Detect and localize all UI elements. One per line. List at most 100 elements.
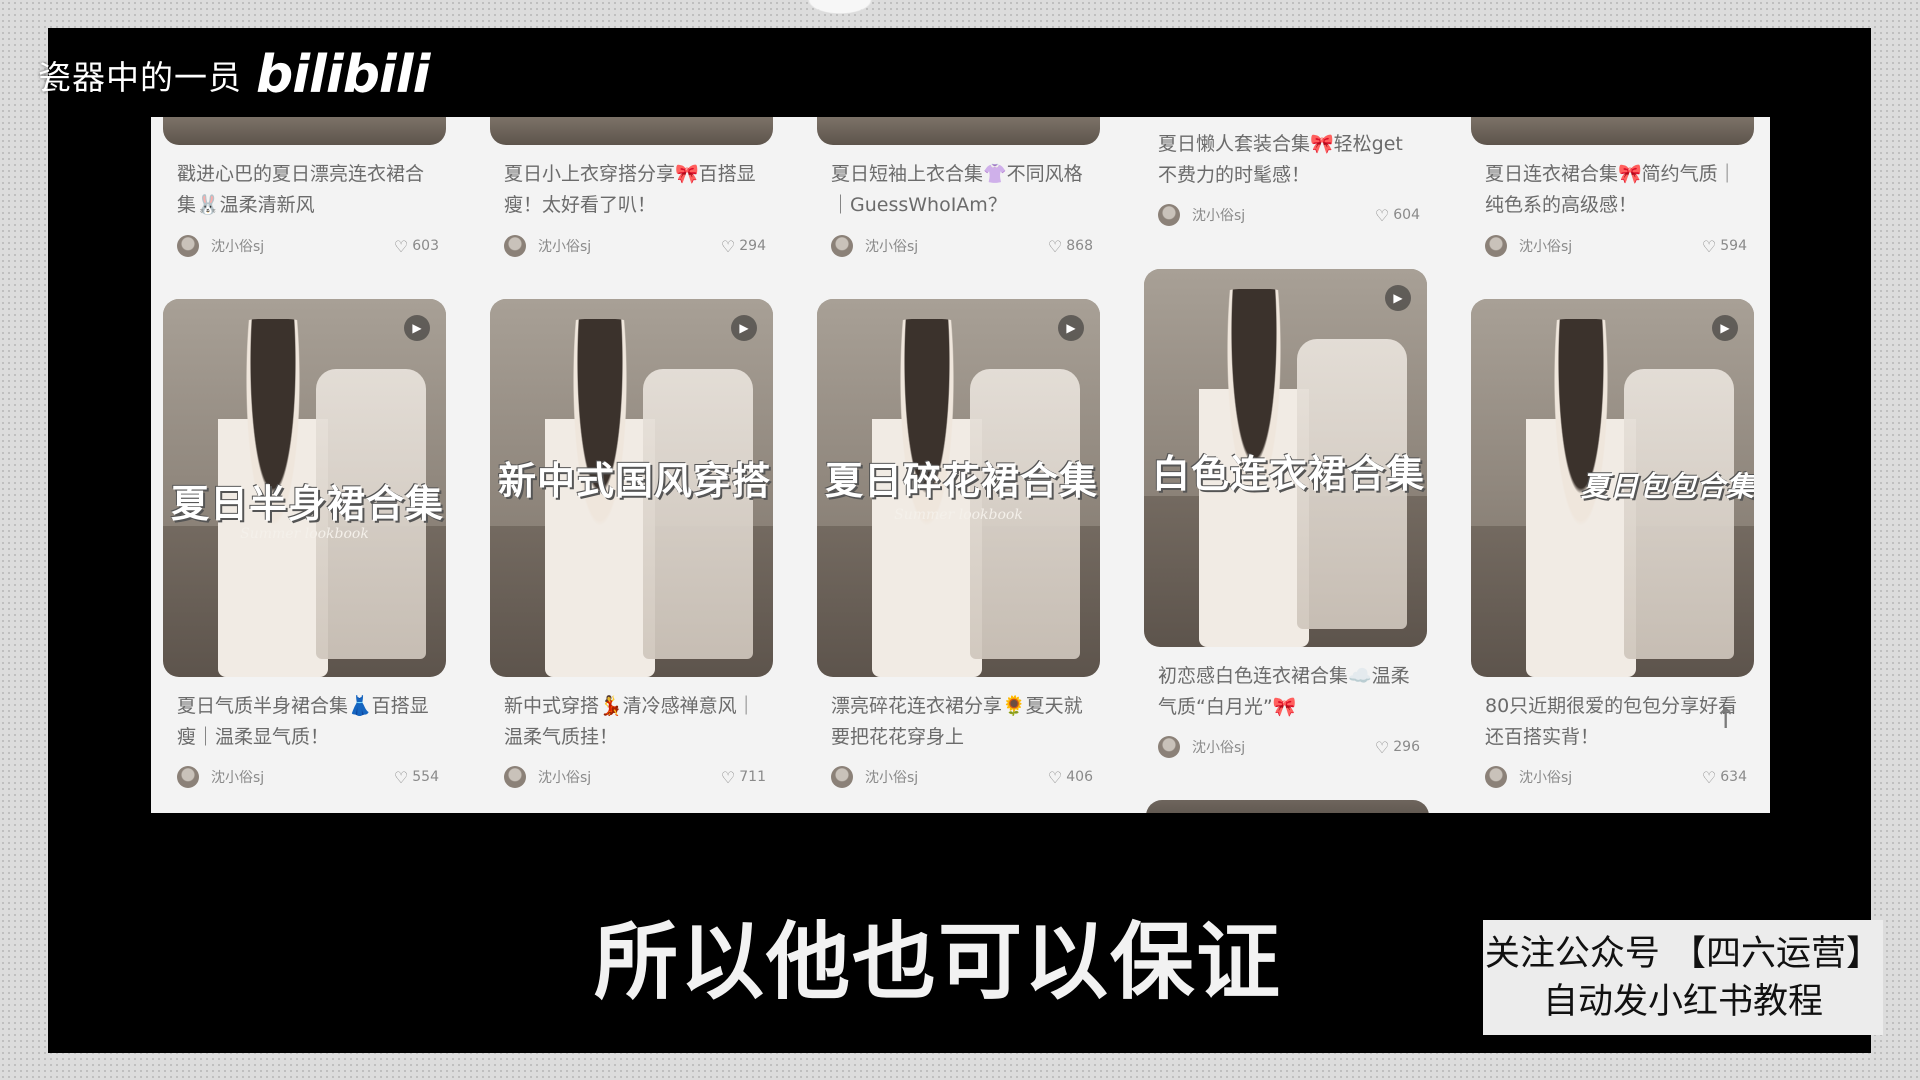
avatar[interactable] [1158,736,1180,758]
author-name[interactable]: 沈小俗sj [211,236,394,256]
note-meta: 沈小俗sj ♡ 294 [504,233,766,259]
note-title[interactable]: 新中式穿搭💃清冷感禅意风｜温柔气质挂！ [504,691,766,753]
like-number: 711 [739,769,766,785]
channel-name: 瓷器中的一员 [38,58,242,97]
note-title[interactable]: 戳进心巴的夏日漂亮连衣裙合集🐰温柔清新风 [177,159,439,221]
author-name[interactable]: 沈小俗sj [538,236,721,256]
author-name[interactable]: 沈小俗sj [211,767,394,787]
avatar[interactable] [177,766,199,788]
note-cover[interactable] [490,117,773,145]
promo-line-2: 自动发小红书教程 [1542,982,1823,1022]
like-number: 594 [1720,238,1747,254]
note-title[interactable]: 漂亮碎花连衣裙分享🌻夏天就要把花花穿身上 [831,691,1093,753]
cover-overlay-title: 白色连衣裙合集 [1152,451,1426,496]
note-title[interactable]: 80只近期很爱的包包分享好看还百搭实背！ [1485,691,1747,753]
cover-overlay-title: 新中式国风穿搭 [498,459,772,504]
play-icon[interactable]: ▶ [1712,315,1738,341]
note-cover[interactable]: ▶ 夏日半身裙合集 Summer lookbook [163,299,446,677]
top-decoration [780,0,900,26]
author-name[interactable]: 沈小俗sj [1192,205,1375,225]
author-name[interactable]: 沈小俗sj [1519,767,1702,787]
xiaohongshu-feed-screen: 戳进心巴的夏日漂亮连衣裙合集🐰温柔清新风 沈小俗sj ♡ 603 夏日小上衣穿搭分… [151,117,1770,813]
like-number: 296 [1393,739,1420,755]
heart-icon[interactable]: ♡ [1375,206,1389,225]
play-icon[interactable]: ▶ [1385,285,1411,311]
author-name[interactable]: 沈小俗sj [538,767,721,787]
heart-icon[interactable]: ♡ [721,237,735,256]
note-cover[interactable] [1471,117,1754,145]
heart-icon[interactable]: ♡ [394,237,408,256]
note-title[interactable]: 夏日懒人套装合集🎀轻松get不费力的时髦感！ [1158,129,1420,191]
author-name[interactable]: 沈小俗sj [865,236,1048,256]
heart-icon[interactable]: ♡ [721,768,735,787]
like-number: 868 [1066,238,1093,254]
like-count[interactable]: ♡ 406 [1048,768,1093,787]
like-count[interactable]: ♡ 296 [1375,738,1420,757]
note-cover-partial[interactable] [1146,800,1429,813]
play-icon[interactable]: ▶ [731,315,757,341]
like-number: 603 [412,238,439,254]
note-cover[interactable]: ▶ 夏日碎花裙合集 Summer lookbook [817,299,1100,677]
author-name[interactable]: 沈小俗sj [1519,236,1702,256]
author-name[interactable]: 沈小俗sj [865,767,1048,787]
like-count[interactable]: ♡ 711 [721,768,766,787]
note-meta: 沈小俗sj ♡ 604 [1158,202,1420,228]
heart-icon[interactable]: ♡ [1048,768,1062,787]
avatar[interactable] [831,766,853,788]
like-number: 294 [739,238,766,254]
heart-icon[interactable]: ♡ [394,768,408,787]
avatar[interactable] [177,235,199,257]
note-meta: 沈小俗sj ♡ 868 [831,233,1093,259]
subtitle-text: 所以他也可以保证 [593,913,1282,1011]
note-cover[interactable]: ▶ 新中式国风穿搭 [490,299,773,677]
note-title[interactable]: 夏日短袖上衣合集👚不同风格｜GuessWhoIAm？ [831,159,1093,221]
promo-banner: 关注公众号 【四六运营】 自动发小红书教程 [1483,920,1883,1035]
like-number: 406 [1066,769,1093,785]
play-icon[interactable]: ▶ [1058,315,1084,341]
avatar[interactable] [1485,766,1507,788]
avatar[interactable] [504,235,526,257]
note-title[interactable]: 初恋感白色连衣裙合集☁️温柔气质“白月光”🎀 [1158,661,1420,723]
note-meta: 沈小俗sj ♡ 634 [1485,764,1747,790]
heart-icon[interactable]: ♡ [1702,237,1716,256]
note-cover[interactable]: ▶ 夏日包包合集 [1471,299,1754,677]
author-name[interactable]: 沈小俗sj [1192,737,1375,757]
like-count[interactable]: ♡ 603 [394,237,439,256]
like-number: 604 [1393,207,1420,223]
avatar[interactable] [1485,235,1507,257]
heart-icon[interactable]: ♡ [1375,738,1389,757]
note-title[interactable]: 夏日气质半身裙合集👗百搭显瘦｜温柔显气质！ [177,691,439,753]
bilibili-watermark: 瓷器中的一员 bilibili [38,45,430,105]
cover-overlay-subtitle: Summer lookbook [894,506,1023,523]
cover-overlay-title: 夏日包包合集 [1581,470,1754,504]
like-count[interactable]: ♡ 604 [1375,206,1420,225]
heart-icon[interactable]: ♡ [1702,768,1716,787]
play-icon[interactable]: ▶ [404,315,430,341]
note-meta: 沈小俗sj ♡ 554 [177,764,439,790]
like-number: 634 [1720,769,1747,785]
avatar[interactable] [1158,204,1180,226]
like-count[interactable]: ♡ 554 [394,768,439,787]
cover-overlay-subtitle: Summer lookbook [240,525,369,542]
heart-icon[interactable]: ♡ [1048,237,1062,256]
note-title[interactable]: 夏日小上衣穿搭分享🎀百搭显瘦！太好看了叭！ [504,159,766,221]
like-count[interactable]: ♡ 294 [721,237,766,256]
cover-overlay-title: 夏日碎花裙合集 [825,459,1099,504]
note-cover[interactable] [817,117,1100,145]
note-title[interactable]: 夏日连衣裙合集🎀简约气质｜纯色系的高级感！ [1485,159,1747,221]
arrow-up-icon[interactable]: ↑ [1714,702,1737,735]
like-count[interactable]: ♡ 868 [1048,237,1093,256]
like-count[interactable]: ♡ 594 [1702,237,1747,256]
bilibili-logo: bilibili [256,45,430,105]
avatar[interactable] [831,235,853,257]
note-cover[interactable]: ▶ 白色连衣裙合集 [1144,269,1427,647]
cover-garment [643,369,753,659]
like-count[interactable]: ♡ 634 [1702,768,1747,787]
note-meta: 沈小俗sj ♡ 296 [1158,734,1420,760]
promo-line-1: 关注公众号 【四六运营】 [1484,934,1882,974]
note-cover[interactable] [163,117,446,145]
note-meta: 沈小俗sj ♡ 406 [831,764,1093,790]
note-meta: 沈小俗sj ♡ 603 [177,233,439,259]
cover-garment [1624,369,1734,659]
avatar[interactable] [504,766,526,788]
